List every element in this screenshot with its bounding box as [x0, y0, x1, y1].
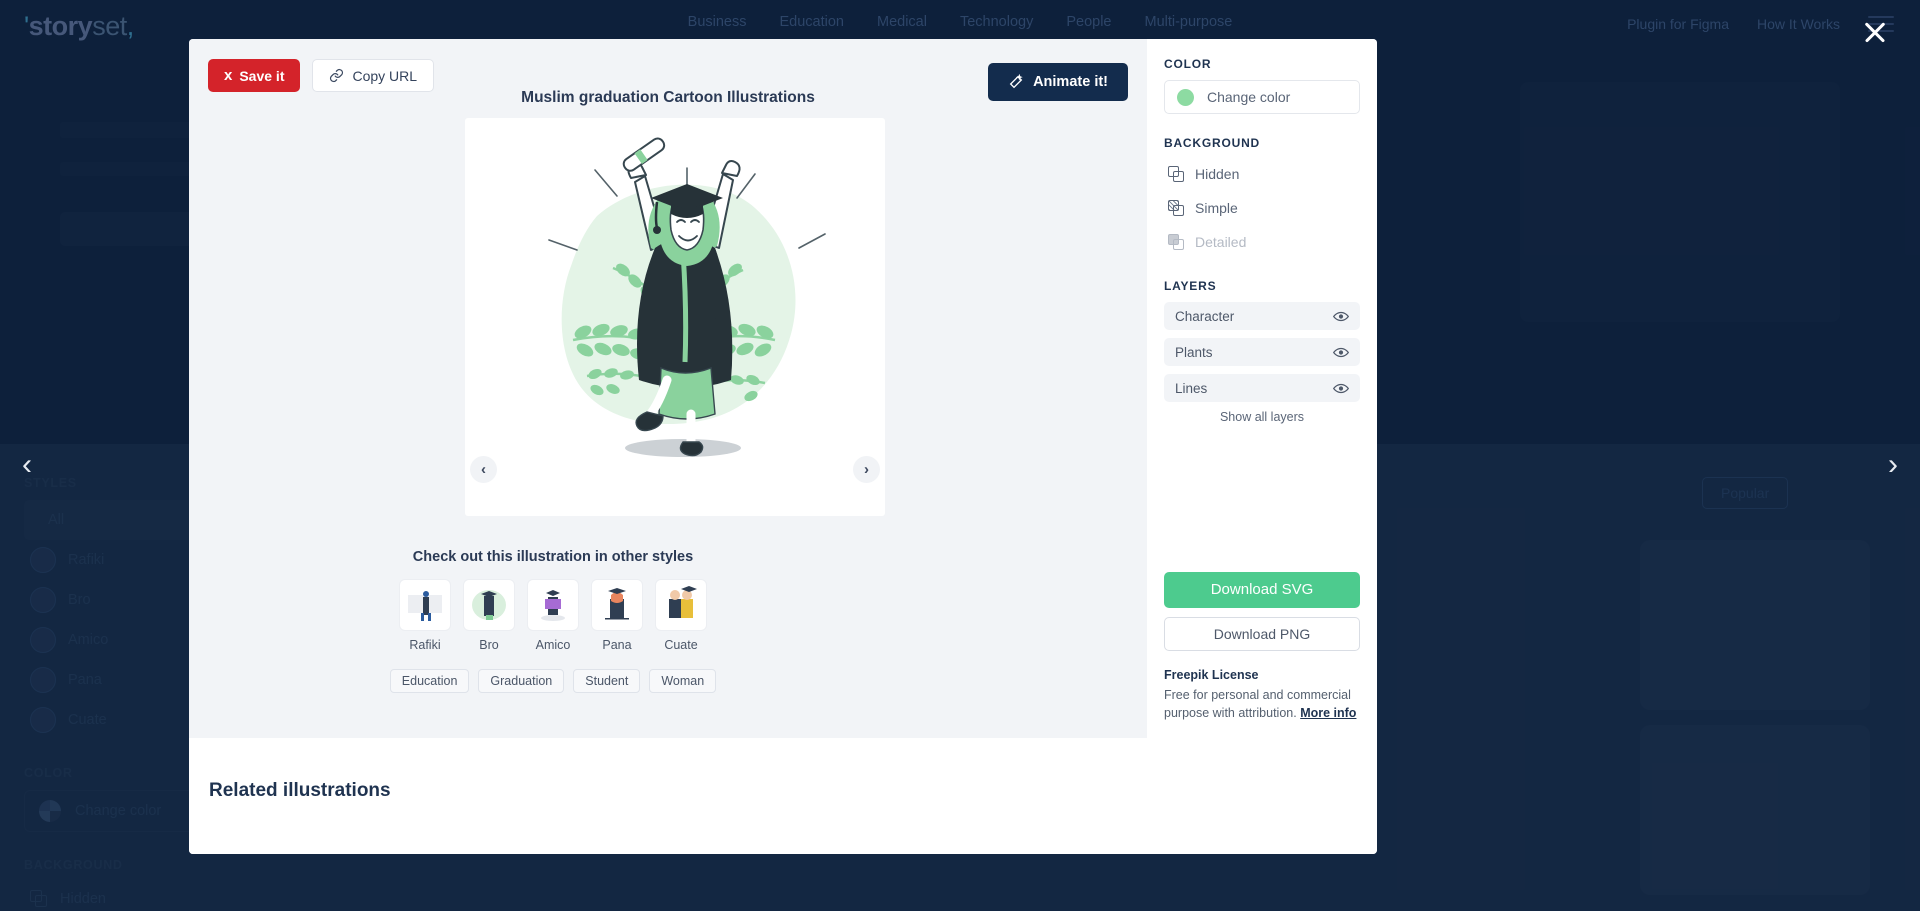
style-thumb-rafiki[interactable]: Rafiki — [399, 579, 451, 652]
layer-label: Character — [1175, 308, 1235, 324]
background-option-label: Hidden — [1195, 166, 1240, 182]
background-option-label: Simple — [1195, 200, 1238, 216]
thumbnail-image[interactable] — [399, 579, 451, 631]
download-section: Download SVG Download PNG Freepik Licens… — [1164, 571, 1360, 738]
animate-label: Animate it! — [1033, 74, 1108, 90]
bro-thumb-icon — [472, 590, 506, 620]
download-png-button[interactable]: Download PNG — [1164, 616, 1360, 651]
thumb-label: Rafiki — [409, 638, 441, 652]
layers-stack-icon — [1168, 166, 1184, 182]
style-thumb-pana[interactable]: Pana — [591, 579, 643, 652]
tag-education[interactable]: Education — [389, 669, 470, 693]
nav-item-multi-purpose[interactable]: Multi-purpose — [1144, 14, 1232, 30]
pinterest-save-button[interactable]: x Save it — [208, 59, 301, 92]
color-swatch-icon — [1177, 88, 1194, 106]
graduation-illustration — [548, 137, 826, 457]
nav-item-how-it-works[interactable]: How It Works — [1757, 16, 1840, 32]
pinterest-icon: x — [224, 67, 233, 84]
style-thumbnails: Rafiki Bro Amico Pana Cuate — [189, 579, 917, 652]
more-info-link[interactable]: More info — [1300, 706, 1356, 720]
panel-color-title: COLOR — [1164, 57, 1212, 71]
illustration-title: Muslim graduation Cartoon Illustrations — [521, 89, 815, 106]
background-option-detailed[interactable]: Detailed — [1164, 227, 1360, 257]
eye-icon[interactable] — [1333, 347, 1349, 358]
close-modal-icon[interactable] — [1862, 19, 1888, 45]
nav-item-technology[interactable]: Technology — [960, 14, 1033, 30]
thumb-label: Amico — [535, 638, 571, 652]
related-heading: Related illustrations — [209, 780, 391, 801]
copy-url-button[interactable]: Copy URL — [312, 59, 435, 92]
nav-item-people[interactable]: People — [1066, 14, 1111, 30]
rafiki-thumb-icon — [408, 591, 442, 621]
panel-background-title: BACKGROUND — [1164, 136, 1260, 150]
nav-item-plugin-for-figma[interactable]: Plugin for Figma — [1627, 16, 1729, 32]
link-icon — [330, 68, 344, 83]
show-all-layers-link[interactable]: Show all layers — [1164, 410, 1360, 424]
style-thumb-amico[interactable]: Amico — [527, 579, 579, 652]
magic-wand-icon — [1009, 74, 1023, 89]
pana-thumb-icon — [605, 588, 629, 620]
background-option-hidden[interactable]: Hidden — [1164, 159, 1360, 189]
thumbnail-image[interactable] — [655, 579, 707, 631]
modal-action-row: x Save it Copy URL — [208, 59, 435, 92]
tag-woman[interactable]: Woman — [649, 669, 717, 693]
other-styles-heading: Check out this illustration in other sty… — [412, 549, 694, 565]
nav-item-medical[interactable]: Medical — [877, 14, 927, 30]
style-thumb-cuate[interactable]: Cuate — [655, 579, 707, 652]
related-illustrations-section: Related illustrations — [189, 738, 1377, 854]
thumb-label: Pana — [602, 638, 632, 652]
tag-student[interactable]: Student — [573, 669, 641, 693]
next-illustration-arrow[interactable]: › — [1888, 450, 1898, 480]
copy-url-label: Copy URL — [352, 67, 418, 84]
nav-right-group: Plugin for Figma How It Works — [1627, 16, 1894, 32]
layer-row-character[interactable]: Character — [1164, 302, 1360, 330]
layer-label: Lines — [1175, 380, 1208, 396]
thumb-label: Bro — [479, 638, 499, 652]
tag-graduation[interactable]: Graduation — [478, 669, 565, 693]
nav-item-education[interactable]: Education — [780, 14, 845, 30]
save-label: Save it — [239, 67, 285, 84]
layers-stack-hatched-icon — [1168, 200, 1184, 216]
editor-panel: COLOR Change color BACKGROUND Hidden Sim… — [1147, 39, 1377, 738]
carousel-next-button[interactable]: › — [853, 456, 880, 483]
thumbnail-image[interactable] — [527, 579, 579, 631]
illustration-modal: x Save it Copy URL Animate it! Muslim gr… — [189, 39, 1377, 854]
panel-layers-title: LAYERS — [1164, 279, 1217, 293]
modal-main-area: x Save it Copy URL Animate it! Muslim gr… — [189, 39, 1147, 854]
thumb-label: Cuate — [664, 638, 698, 652]
top-navbar: 'storyset, Business Education Medical Te… — [0, 0, 1920, 52]
change-color-label: Change color — [1207, 89, 1291, 105]
cuate-thumb-icon — [669, 586, 697, 618]
layers-stack-filled-icon — [1168, 234, 1184, 250]
thumbnail-image[interactable] — [591, 579, 643, 631]
layer-row-lines[interactable]: Lines — [1164, 374, 1360, 402]
background-option-simple[interactable]: Simple — [1164, 193, 1360, 223]
layer-row-plants[interactable]: Plants — [1164, 338, 1360, 366]
license-title: Freepik License — [1164, 667, 1259, 682]
change-color-button[interactable]: Change color — [1164, 80, 1360, 114]
style-thumb-bro[interactable]: Bro — [463, 579, 515, 652]
illustration-canvas: ‹ › — [465, 118, 885, 516]
eye-icon[interactable] — [1333, 383, 1349, 394]
background-option-label: Detailed — [1195, 234, 1247, 250]
nav-item-business[interactable]: Business — [688, 14, 747, 30]
license-body: Free for personal and commercial purpose… — [1164, 686, 1360, 722]
layer-label: Plants — [1175, 344, 1213, 360]
thumbnail-image[interactable] — [463, 579, 515, 631]
prev-illustration-arrow[interactable]: ‹ — [22, 450, 32, 480]
download-svg-button[interactable]: Download SVG — [1164, 571, 1360, 608]
eye-icon[interactable] — [1333, 311, 1349, 322]
amico-thumb-icon — [541, 590, 565, 621]
carousel-prev-button[interactable]: ‹ — [470, 456, 497, 483]
tag-list: Education Graduation Student Woman — [189, 669, 917, 693]
